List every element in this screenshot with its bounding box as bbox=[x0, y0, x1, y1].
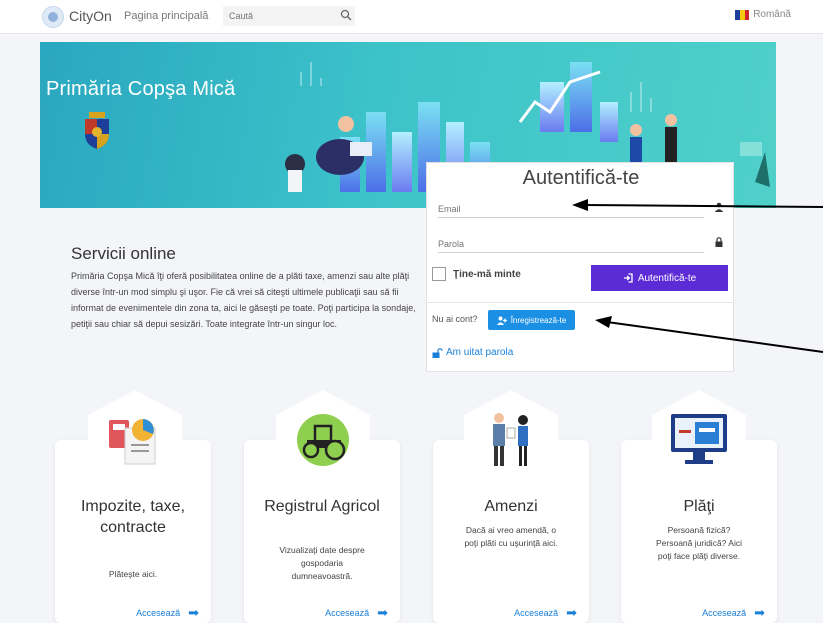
card-title: Amenzi bbox=[484, 498, 538, 515]
unlock-icon bbox=[432, 347, 443, 358]
card-access-link[interactable]: Accesează ➡ bbox=[514, 605, 577, 621]
login-divider bbox=[426, 302, 734, 303]
forgot-password-link[interactable]: Am uitat parola bbox=[432, 347, 513, 358]
sign-in-icon bbox=[623, 273, 633, 283]
login-button-label: Autentifică-te bbox=[637, 272, 697, 284]
lock-icon bbox=[715, 237, 723, 247]
cityon-logo-icon[interactable] bbox=[42, 6, 64, 28]
banner-title: Primăria Copşa Mică bbox=[46, 78, 236, 100]
no-account-text: Nu ai cont? bbox=[432, 314, 478, 324]
card-title: Registrul Agricol bbox=[264, 498, 380, 515]
arrow-right-icon: ➡ bbox=[566, 605, 577, 620]
remember-checkbox[interactable] bbox=[432, 267, 446, 281]
card-access-link[interactable]: Accesează ➡ bbox=[325, 605, 388, 621]
card-title: Plăţi bbox=[683, 498, 715, 515]
remember-me[interactable]: Ţine-mă minte bbox=[432, 267, 521, 281]
card-link-label: Accesează bbox=[514, 608, 559, 618]
officer-icon bbox=[493, 413, 528, 466]
card-access-link[interactable]: Accesează ➡ bbox=[136, 605, 199, 621]
language-label: Română bbox=[753, 9, 791, 20]
brand-name[interactable]: CityOn bbox=[69, 8, 112, 24]
card-description: Plăteşte aici. bbox=[108, 569, 158, 579]
card-description: Dacă ai vreo amendă, o poţi plăti cu uşu… bbox=[464, 525, 558, 548]
nav-home-link[interactable]: Pagina principală bbox=[124, 10, 208, 22]
arrow-right-icon: ➡ bbox=[377, 605, 388, 620]
card-description: Vizualizaţi date despre gospodaria dumne… bbox=[279, 545, 365, 581]
top-navbar: CityOn Pagina principală Română bbox=[0, 0, 823, 34]
monitor-card-icon bbox=[671, 414, 727, 464]
romania-flag-icon bbox=[735, 9, 750, 20]
card-link-label: Accesează bbox=[136, 608, 181, 618]
login-button[interactable]: Autentifică-te bbox=[591, 265, 728, 291]
user-icon bbox=[714, 202, 724, 212]
card-access-link[interactable]: Accesează ➡ bbox=[702, 605, 765, 621]
register-button[interactable]: Înregistrează-te bbox=[488, 310, 575, 330]
arrow-right-icon: ➡ bbox=[754, 605, 765, 620]
password-field[interactable] bbox=[438, 231, 704, 253]
card-title: Impozite, taxe, contracte bbox=[80, 498, 186, 536]
services-title: Servicii online bbox=[71, 244, 176, 263]
search-icon[interactable] bbox=[340, 9, 352, 21]
login-title: Autentifică-te bbox=[522, 167, 640, 189]
email-field[interactable] bbox=[438, 196, 704, 218]
calculator-icon bbox=[109, 419, 156, 465]
card-link-label: Accesează bbox=[702, 608, 747, 618]
user-plus-icon bbox=[496, 316, 507, 325]
card-link-label: Accesează bbox=[325, 608, 370, 618]
arrow-right-icon: ➡ bbox=[188, 605, 199, 620]
register-button-label: Înregistrează-te bbox=[510, 315, 567, 325]
card-description: Persoană fizică? Persoană juridică? Aici… bbox=[656, 525, 742, 561]
coat-of-arms-icon bbox=[85, 112, 109, 149]
remember-label: Ţine-mă minte bbox=[453, 268, 521, 280]
forgot-password-label: Am uitat parola bbox=[446, 347, 514, 358]
language-selector[interactable]: Română bbox=[735, 9, 791, 20]
search-input[interactable] bbox=[223, 6, 355, 26]
tractor-icon bbox=[297, 414, 349, 466]
services-description: Primăria Copşa Mică îţi oferă posibilita… bbox=[71, 271, 416, 329]
